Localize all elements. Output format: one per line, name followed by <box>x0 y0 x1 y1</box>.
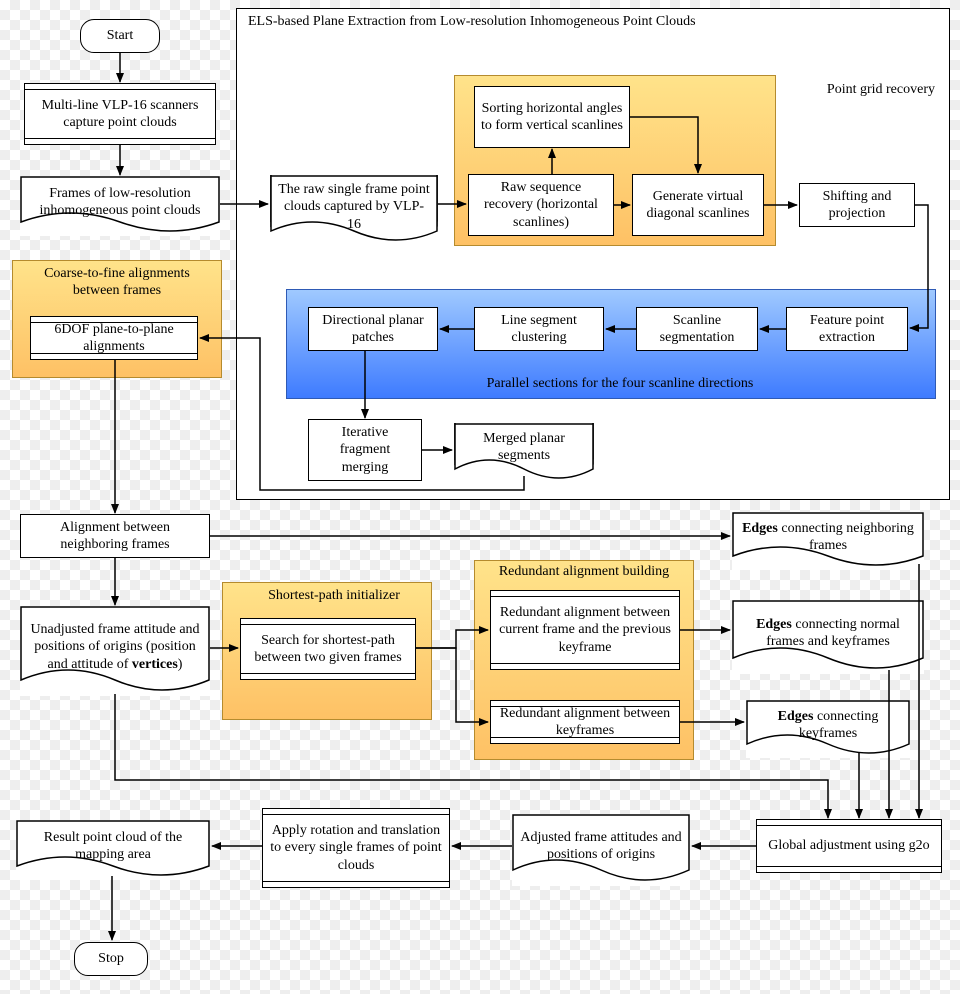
redundant-title: Redundant alignment building <box>484 564 684 581</box>
gen-virtual-text: Generate virtual diagonal scanlines <box>639 188 757 223</box>
feature-point-text: Feature point extraction <box>793 312 901 347</box>
edges-key-text: Edges connecting keyframes <box>754 708 902 743</box>
line-cluster-text: Line segment clustering <box>481 312 597 347</box>
parallel-caption: Parallel sections for the four scanline … <box>440 376 800 393</box>
edges-key-doc: Edges connecting keyframes <box>746 700 910 758</box>
edges-neighbor-doc: Edges connecting neighboring frames <box>732 512 924 570</box>
start-terminator: Start <box>80 19 160 53</box>
stop-label: Stop <box>98 951 124 967</box>
adjusted-frame-doc: Adjusted frame attitudes and positions o… <box>512 814 690 886</box>
frames-doc: Frames of low-resolution inhomogeneous p… <box>20 176 220 236</box>
shortest-search-box: Search for shortest-path between two giv… <box>240 618 416 680</box>
shortest-title: Shortest-path initializer <box>254 588 414 605</box>
edges-normal-text: Edges connecting normal frames and keyfr… <box>740 616 916 651</box>
raw-seq-text: Raw sequence recovery (horizontal scanli… <box>475 179 607 232</box>
frames-text: Frames of low-resolution inhomogeneous p… <box>28 185 212 220</box>
unadjusted-text: Unadjusted frame attitude and positions … <box>28 621 202 674</box>
sorting-text: Sorting horizontal angles to form vertic… <box>481 100 623 135</box>
iter-merge-box: Iterative fragment merging <box>308 419 422 481</box>
redundant-prev-text: Redundant alignment between current fram… <box>497 604 673 657</box>
merged-planar-text: Merged planar segments <box>462 430 586 465</box>
edges-normal-doc: Edges connecting normal frames and keyfr… <box>732 600 924 674</box>
raw-single-text: The raw single frame point clouds captur… <box>278 181 430 234</box>
redundant-key-text: Redundant alignment between keyframes <box>497 705 673 740</box>
els-title: ELS-based Plane Extraction from Low-reso… <box>248 14 868 31</box>
result-text: Result point cloud of the mapping area <box>24 829 202 864</box>
global-adj-box: Global adjustment using g2o <box>756 819 942 873</box>
capture-text: Multi-line VLP-16 scanners capture point… <box>31 97 209 132</box>
result-doc: Result point cloud of the mapping area <box>16 820 210 880</box>
adjusted-frame-text: Adjusted frame attitudes and positions o… <box>520 829 682 864</box>
dir-planar-text: Directional planar patches <box>315 312 431 347</box>
shifting-box: Shifting and projection <box>799 183 915 227</box>
apply-rot-text: Apply rotation and translation to every … <box>269 822 443 875</box>
merged-planar-doc: Merged planar segments <box>454 423 594 479</box>
six-dof-box: 6DOF plane-to-plane alignments <box>30 316 198 360</box>
feature-point-box: Feature point extraction <box>786 307 908 351</box>
align-neighbor-box: Alignment between neighboring frames <box>20 514 210 558</box>
raw-single-doc: The raw single frame point clouds captur… <box>270 175 438 247</box>
start-label: Start <box>107 28 133 44</box>
line-cluster-box: Line segment clustering <box>474 307 604 351</box>
shortest-search-text: Search for shortest-path between two giv… <box>247 632 409 667</box>
redundant-key-box: Redundant alignment between keyframes <box>490 700 680 744</box>
dir-planar-box: Directional planar patches <box>308 307 438 351</box>
apply-rot-box: Apply rotation and translation to every … <box>262 808 450 888</box>
stop-terminator: Stop <box>74 942 148 976</box>
raw-seq-box: Raw sequence recovery (horizontal scanli… <box>468 174 614 236</box>
scanline-seg-box: Scanline segmentation <box>636 307 758 351</box>
capture-box: Multi-line VLP-16 scanners capture point… <box>24 83 216 145</box>
edges-neighbor-text: Edges connecting neighboring frames <box>740 520 916 555</box>
coarse-fine-title: Coarse-to-fine alignments between frames <box>20 266 214 300</box>
align-neighbor-text: Alignment between neighboring frames <box>27 519 203 554</box>
gen-virtual-box: Generate virtual diagonal scanlines <box>632 174 764 236</box>
point-grid-title: Point grid recovery <box>790 82 935 99</box>
redundant-prev-box: Redundant alignment between current fram… <box>490 590 680 670</box>
iter-merge-text: Iterative fragment merging <box>315 424 415 477</box>
shifting-text: Shifting and projection <box>806 188 908 223</box>
unadjusted-doc: Unadjusted frame attitude and positions … <box>20 606 210 696</box>
six-dof-text: 6DOF plane-to-plane alignments <box>37 321 191 356</box>
sorting-box: Sorting horizontal angles to form vertic… <box>474 86 630 148</box>
scanline-seg-text: Scanline segmentation <box>643 312 751 347</box>
global-adj-text: Global adjustment using g2o <box>768 837 929 855</box>
